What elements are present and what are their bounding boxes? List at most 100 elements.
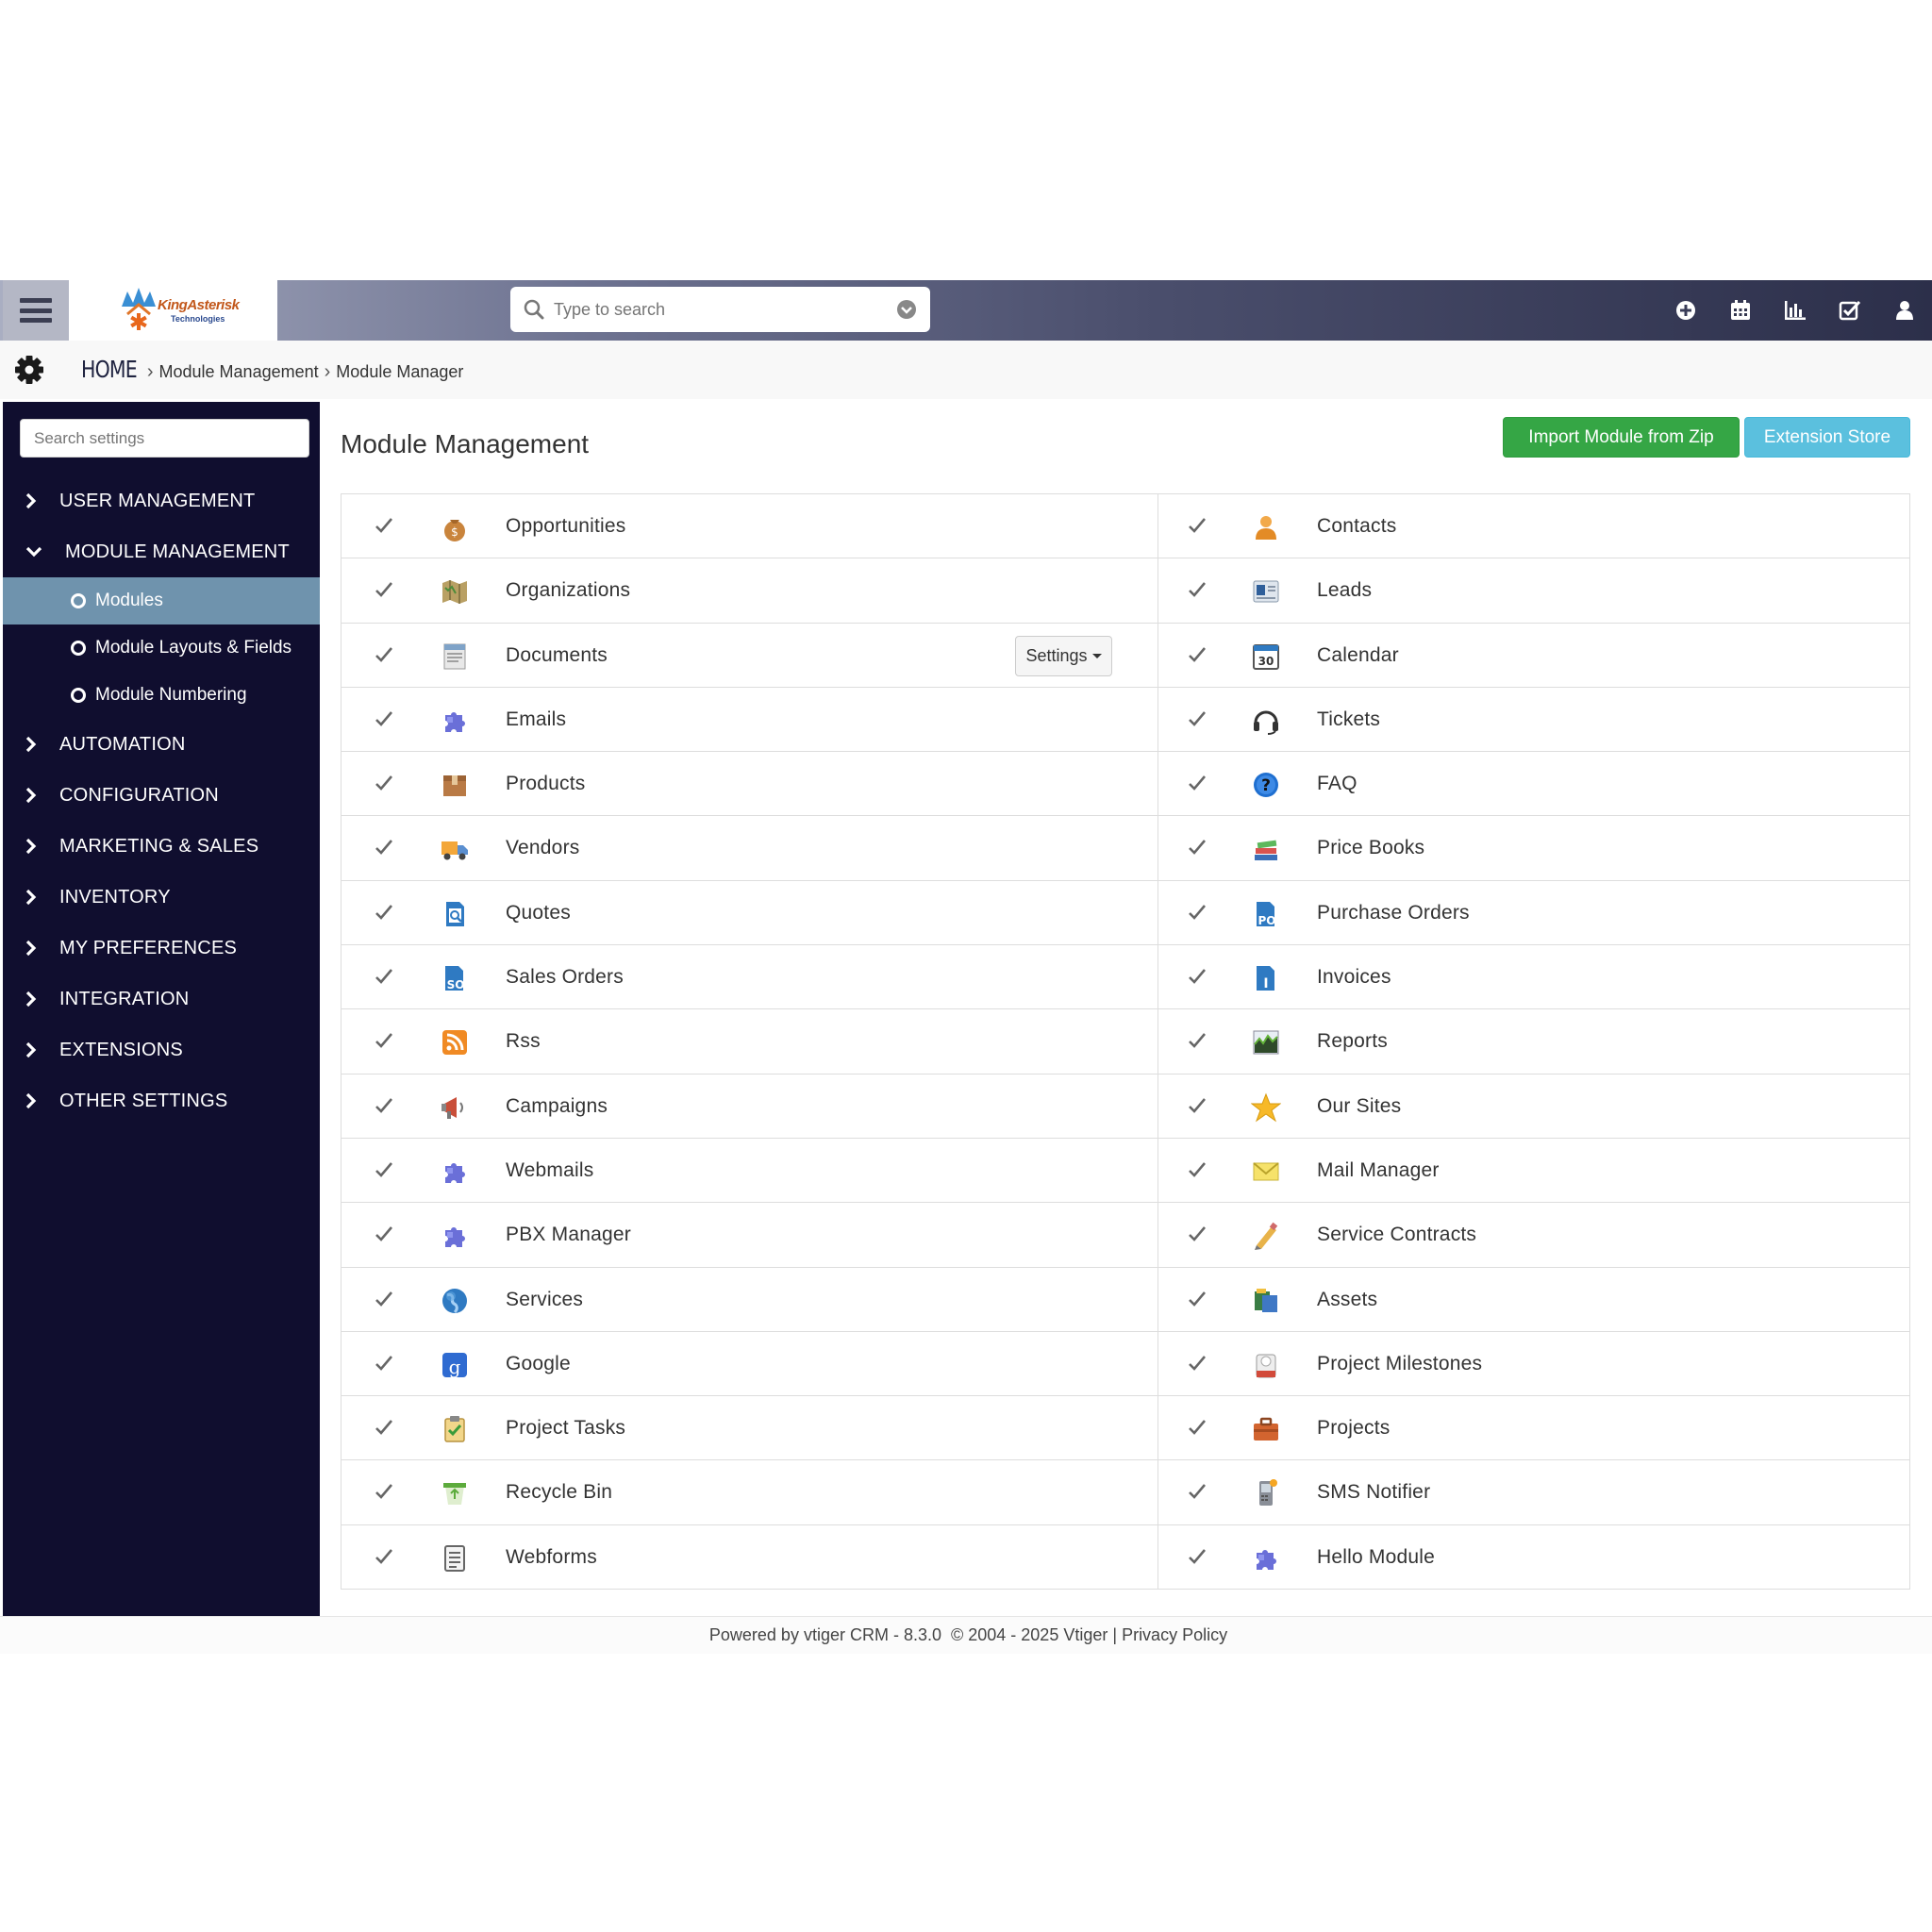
nav-label: INTEGRATION: [59, 988, 190, 1009]
breadcrumb-home[interactable]: HOME: [81, 356, 138, 383]
module-enabled-checkbox[interactable]: [374, 1546, 394, 1567]
module-enabled-checkbox[interactable]: [1187, 1289, 1208, 1309]
module-enabled-checkbox[interactable]: [374, 644, 394, 665]
logo-subtext: Technologies: [171, 314, 225, 324]
module-enabled-checkbox[interactable]: [374, 1159, 394, 1180]
module-column-right: Contacts Leads 30 Calendar Tickets? FAQ Price …: [1158, 494, 1909, 1589]
map-icon: [440, 576, 470, 607]
module-row-calendar: 30 Calendar: [1158, 624, 1909, 688]
calendar-icon: [1731, 300, 1750, 320]
nav-marketing-sales[interactable]: MARKETING & SALES: [3, 821, 320, 872]
module-enabled-checkbox[interactable]: [1187, 1159, 1208, 1180]
module-name: Webforms: [506, 1545, 597, 1568]
nav-extensions[interactable]: EXTENSIONS: [3, 1024, 320, 1075]
module-enabled-checkbox[interactable]: [374, 1224, 394, 1244]
module-enabled-checkbox[interactable]: [374, 579, 394, 600]
module-enabled-checkbox[interactable]: [1187, 1546, 1208, 1567]
module-enabled-checkbox[interactable]: [1187, 515, 1208, 536]
subnav-modules[interactable]: Modules: [3, 577, 320, 625]
module-enabled-checkbox[interactable]: [1187, 902, 1208, 923]
module-enabled-checkbox[interactable]: [1187, 966, 1208, 987]
bar-chart-icon: [1785, 301, 1806, 320]
module-enabled-checkbox[interactable]: [374, 1417, 394, 1438]
global-search-input[interactable]: [554, 299, 874, 320]
footer-privacy-link[interactable]: Privacy Policy: [1122, 1625, 1227, 1645]
nav-configuration[interactable]: CONFIGURATION: [3, 770, 320, 821]
module-name: Reports: [1317, 1030, 1388, 1053]
nav-my-preferences[interactable]: MY PREFERENCES: [3, 923, 320, 974]
module-enabled-checkbox[interactable]: [1187, 1481, 1208, 1502]
svg-text:I: I: [1263, 976, 1268, 991]
module-enabled-checkbox[interactable]: [1187, 1030, 1208, 1051]
module-enabled-checkbox[interactable]: [374, 1353, 394, 1374]
calendar-icon: 30: [1251, 641, 1281, 672]
calendar-button[interactable]: [1713, 280, 1768, 341]
nav-automation[interactable]: AUTOMATION: [3, 719, 320, 770]
nav-label: INVENTORY: [59, 886, 171, 908]
megaphone-icon: [440, 1092, 470, 1123]
search-options-dropdown-icon[interactable]: [896, 299, 917, 320]
page-title: Module Management: [341, 429, 590, 458]
nav-label: OTHER SETTINGS: [59, 1090, 228, 1111]
module-name: Webmails: [506, 1158, 594, 1181]
module-name: Vendors: [506, 837, 580, 859]
quote-doc-icon: [440, 899, 470, 929]
module-enabled-checkbox[interactable]: [374, 1481, 394, 1502]
footer-vtiger-link[interactable]: Vtiger: [1063, 1625, 1108, 1645]
global-search: [510, 287, 930, 332]
quick-create-button[interactable]: [1658, 280, 1713, 341]
module-enabled-checkbox[interactable]: [1187, 837, 1208, 858]
hamburger-icon: [20, 298, 52, 323]
nav-module-management[interactable]: MODULE MANAGEMENT: [3, 526, 320, 577]
module-enabled-checkbox[interactable]: [1187, 644, 1208, 665]
module-enabled-checkbox[interactable]: [1187, 1353, 1208, 1374]
star-icon: [1250, 1092, 1282, 1123]
tasks-button[interactable]: [1823, 280, 1877, 341]
user-menu-button[interactable]: [1877, 280, 1932, 341]
import-module-button[interactable]: Import Module from Zip: [1503, 417, 1740, 458]
svg-text:SO: SO: [447, 978, 465, 991]
module-enabled-checkbox[interactable]: [374, 902, 394, 923]
id-card-icon: [1251, 576, 1281, 607]
search-icon: [524, 299, 544, 320]
reports-button[interactable]: [1768, 280, 1823, 341]
breadcrumb-module-manager: Module Manager: [336, 362, 464, 381]
module-enabled-checkbox[interactable]: [374, 1095, 394, 1116]
nav-user-management[interactable]: USER MANAGEMENT: [3, 475, 320, 526]
module-enabled-checkbox[interactable]: [1187, 773, 1208, 793]
globe-icon: [440, 1286, 470, 1316]
module-enabled-checkbox[interactable]: [374, 837, 394, 858]
extension-store-button[interactable]: Extension Store: [1744, 417, 1910, 458]
module-enabled-checkbox[interactable]: [374, 966, 394, 987]
company-logo[interactable]: KingAsterisk Technologies: [69, 280, 277, 341]
nav-label: MODULE MANAGEMENT: [65, 541, 290, 562]
module-enabled-checkbox[interactable]: [374, 773, 394, 793]
puzzle-icon: [440, 1221, 470, 1251]
module-enabled-checkbox[interactable]: [374, 515, 394, 536]
module-name: Sales Orders: [506, 966, 624, 989]
settings-gear-icon[interactable]: [14, 355, 44, 385]
nav-inventory[interactable]: INVENTORY: [3, 872, 320, 923]
subnav-module-layouts-fields[interactable]: Module Layouts & Fields: [3, 625, 320, 672]
module-enabled-checkbox[interactable]: [1187, 1224, 1208, 1244]
module-row-recycle-bin: Recycle Bin: [341, 1460, 1158, 1525]
clipboard-check-icon: [440, 1414, 470, 1444]
module-enabled-checkbox[interactable]: [1187, 1417, 1208, 1438]
module-name: Rss: [506, 1030, 541, 1053]
nav-integration[interactable]: INTEGRATION: [3, 974, 320, 1024]
documents-settings-button[interactable]: Settings: [1015, 635, 1112, 676]
module-enabled-checkbox[interactable]: [1187, 1095, 1208, 1116]
nav-other-settings[interactable]: OTHER SETTINGS: [3, 1075, 320, 1126]
chevron-right-icon: [25, 787, 37, 804]
nav-label: MARKETING & SALES: [59, 835, 259, 857]
module-enabled-checkbox[interactable]: [374, 708, 394, 729]
settings-search-input[interactable]: [34, 428, 298, 448]
module-enabled-checkbox[interactable]: [374, 1289, 394, 1309]
hamburger-menu-button[interactable]: [3, 280, 69, 341]
module-enabled-checkbox[interactable]: [374, 1030, 394, 1051]
module-enabled-checkbox[interactable]: [1187, 708, 1208, 729]
module-row-webforms: Webforms: [341, 1525, 1158, 1590]
subnav-module-numbering[interactable]: Module Numbering: [3, 672, 320, 719]
breadcrumb-module-management[interactable]: Module Management: [159, 362, 319, 382]
module-enabled-checkbox[interactable]: [1187, 579, 1208, 600]
